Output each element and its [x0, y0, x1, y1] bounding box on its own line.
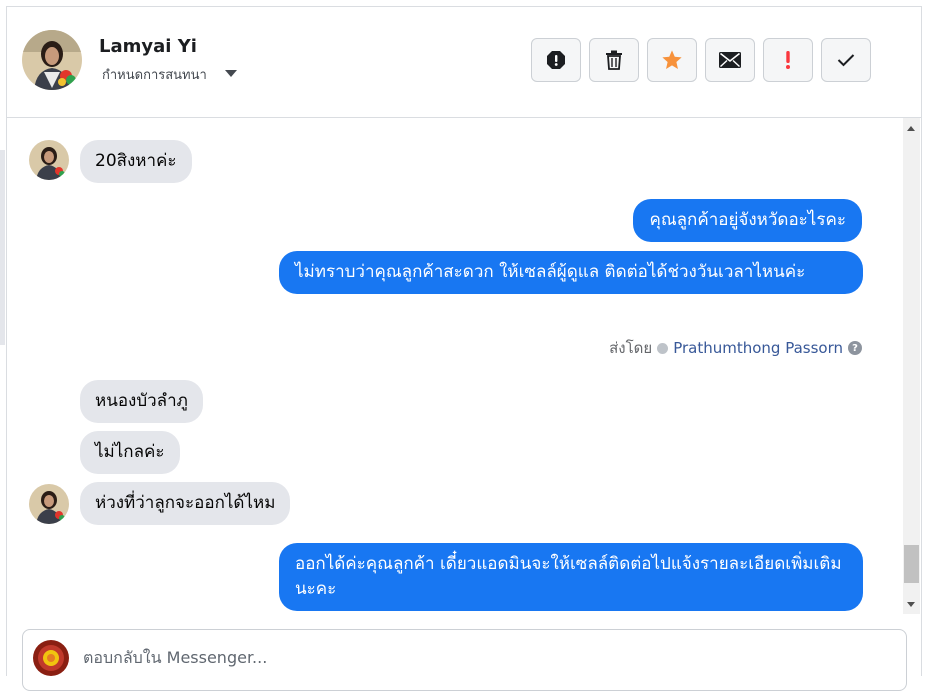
contact-avatar[interactable] — [22, 30, 82, 90]
chevron-down-icon[interactable] — [225, 70, 237, 77]
assign-conversation-label[interactable]: กำหนดการสนทนา — [102, 64, 207, 85]
check-icon — [657, 342, 669, 354]
message-bubble-incoming: 20สิงหาค่ะ — [80, 140, 192, 183]
customer-avatar[interactable] — [29, 140, 69, 180]
scroll-thumb[interactable] — [904, 545, 919, 583]
envelope-icon — [719, 52, 741, 68]
star-button[interactable] — [647, 38, 697, 82]
message-thread: 20สิงหาค่ะ คุณลูกค้าอยู่จังหวัดอะไรคะ ไม… — [7, 118, 901, 614]
customer-avatar[interactable] — [29, 484, 69, 524]
scroll-down-arrow-icon[interactable] — [907, 602, 915, 607]
exclamation-icon — [786, 51, 790, 69]
conversation-header: Lamyai Yi กำหนดการสนทนา — [7, 7, 921, 118]
sent-by-line: ส่งโดย Prathumthong Passorn ? — [609, 336, 862, 360]
message-bubble-incoming: ไม่ไกลค่ะ — [80, 431, 180, 474]
delete-button[interactable] — [589, 38, 639, 82]
mark-unread-button[interactable] — [705, 38, 755, 82]
page-avatar — [33, 640, 69, 676]
window-edge — [0, 150, 5, 345]
message-bubble-outgoing: ไม่ทราบว่าคุณลูกค้าสะดวก ให้เซลล์ผู้ดูแล… — [279, 251, 863, 294]
help-icon[interactable]: ? — [848, 341, 862, 355]
message-bubble-incoming: ห่วงที่ว่าลูกจะออกได้ไหม — [80, 482, 291, 525]
sent-by-agent[interactable]: Prathumthong Passorn — [673, 339, 843, 357]
reply-input[interactable] — [83, 648, 783, 667]
message-bubble-incoming: หนองบัวลำภู — [80, 380, 203, 423]
checkmark-icon — [837, 54, 855, 67]
star-icon — [662, 50, 682, 69]
conversation-panel: Lamyai Yi กำหนดการสนทนา 20สิงหาค่ะ คุณลู… — [6, 6, 922, 691]
scroll-up-arrow-icon[interactable] — [907, 126, 915, 131]
conversation-actions — [531, 38, 871, 84]
done-button[interactable] — [821, 38, 871, 82]
contact-name[interactable]: Lamyai Yi — [99, 36, 197, 57]
message-bubble-outgoing: คุณลูกค้าอยู่จังหวัดอะไรคะ — [633, 199, 862, 242]
octagon-exclamation-icon — [547, 51, 565, 69]
follow-up-button[interactable] — [763, 38, 813, 82]
message-scrollbar[interactable] — [903, 118, 920, 614]
reply-composer — [22, 629, 907, 691]
spam-button[interactable] — [531, 38, 581, 82]
sent-by-label: ส่งโดย — [609, 339, 653, 357]
trash-icon — [606, 50, 622, 70]
message-bubble-outgoing: ออกได้ค่ะคุณลูกค้า เดี๋ยวแอดมินจะให้เซลล… — [279, 543, 863, 611]
